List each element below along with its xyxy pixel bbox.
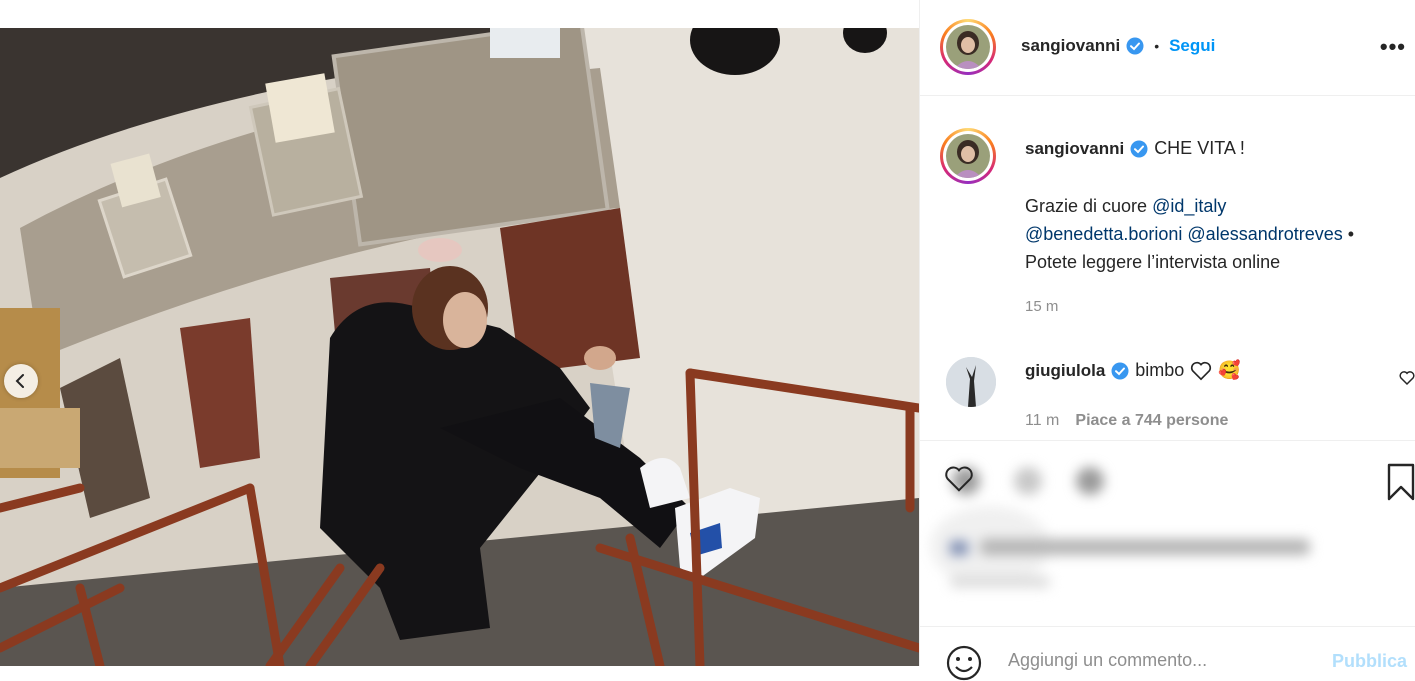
white-heart-icon [1191, 361, 1212, 380]
mention-link[interactable]: @benedetta.borioni [1025, 224, 1182, 244]
author-username[interactable]: sangiovanni [1021, 36, 1120, 56]
comment-emoji: 🥰 [1218, 360, 1241, 380]
comment-likes[interactable]: Piace a 744 persone [1075, 412, 1228, 430]
blurred-region [920, 441, 1415, 626]
verified-icon [1130, 140, 1148, 157]
verified-icon [1126, 37, 1144, 55]
caption-end: Potete leggere l’intervista online [1025, 252, 1281, 272]
commenter-username[interactable]: giugiulola [1025, 361, 1105, 381]
post-photo[interactable] [0, 28, 919, 666]
avatar-image [946, 25, 990, 69]
post-side-panel: sangiovanni • Segui ••• sangiovanni CHE … [919, 0, 1415, 681]
avatar-image [946, 357, 996, 407]
photo-illustration [0, 28, 919, 666]
chevron-left-icon [15, 374, 24, 388]
caption-author-username[interactable]: sangiovanni [1025, 139, 1124, 159]
blurred-content [930, 467, 1310, 588]
commenter-avatar[interactable] [946, 357, 996, 407]
follow-button[interactable]: Segui [1169, 36, 1215, 56]
comment-input[interactable] [1006, 649, 1310, 672]
post-header: sangiovanni • Segui ••• [920, 0, 1415, 96]
post-actions [920, 440, 1415, 626]
bookmark-icon[interactable] [1386, 463, 1415, 501]
mention-link[interactable]: @alessandrotreves [1187, 224, 1342, 244]
comment-timestamp[interactable]: 11 m [1025, 412, 1059, 430]
caption-author-avatar[interactable] [940, 128, 996, 184]
caption-body: Grazie di cuore @id_italy @benedetta.bor… [1025, 192, 1354, 276]
more-options-button[interactable]: ••• [1380, 34, 1406, 60]
top-strip [0, 0, 919, 28]
comment-text: bimbo [1135, 360, 1185, 380]
carousel-prev-button[interactable] [4, 364, 38, 398]
emoji-icon[interactable] [946, 645, 982, 681]
caption-intro: Grazie di cuore [1025, 196, 1148, 216]
publish-button[interactable]: Pubblica [1332, 651, 1407, 672]
heart-icon[interactable] [944, 465, 974, 493]
caption-first-line: sangiovanni CHE VITA ! [1025, 138, 1245, 159]
caption-trailing: • [1347, 224, 1355, 244]
comment-like-icon[interactable] [1399, 370, 1415, 386]
add-comment-bar: Pubblica [920, 626, 1415, 681]
verified-icon [1111, 362, 1129, 379]
header-author: sangiovanni • Segui [1021, 36, 1215, 56]
avatar-image [946, 134, 990, 178]
comment-meta: 11 m Piace a 744 persone [1025, 412, 1228, 430]
comment-row: giugiulola bimbo 🥰 [1025, 360, 1241, 381]
caption-timestamp[interactable]: 15 m [1025, 298, 1058, 315]
author-avatar[interactable] [940, 19, 996, 75]
caption-title: CHE VITA ! [1154, 138, 1245, 158]
header-separator: • [1154, 38, 1160, 54]
mention-link[interactable]: @id_italy [1152, 196, 1226, 216]
